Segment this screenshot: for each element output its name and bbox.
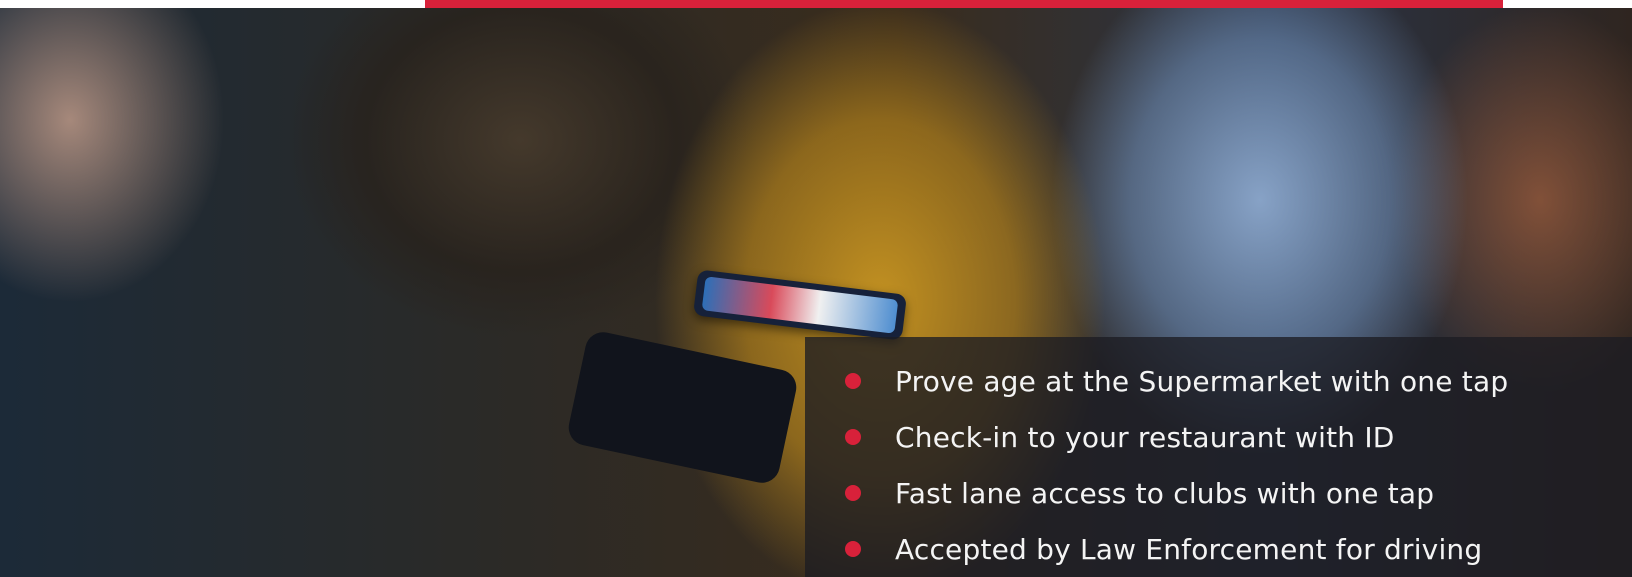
feature-panel: Prove age at the Supermarket with one ta…	[805, 337, 1632, 577]
bullet-dot-icon	[845, 485, 861, 501]
feature-text: Check-in to your restaurant with ID	[895, 420, 1395, 454]
feature-text: Accepted by Law Enforcement for driving	[895, 532, 1483, 566]
feature-item: Accepted by Law Enforcement for driving	[845, 521, 1508, 577]
phone-screen	[701, 276, 899, 334]
hero-banner: Prove age at the Supermarket with one ta…	[0, 0, 1632, 577]
feature-list: Prove age at the Supermarket with one ta…	[845, 353, 1508, 577]
smartphone-illustration	[692, 269, 908, 341]
feature-item: Prove age at the Supermarket with one ta…	[845, 353, 1508, 409]
feature-text: Prove age at the Supermarket with one ta…	[895, 364, 1509, 398]
bullet-dot-icon	[845, 429, 861, 445]
bullet-dot-icon	[845, 373, 861, 389]
feature-item: Check-in to your restaurant with ID	[845, 409, 1508, 465]
top-accent-stripe	[425, 0, 1503, 8]
top-stripe-white	[0, 0, 425, 8]
top-stripe-white-right	[1503, 0, 1632, 8]
feature-item: Fast lane access to clubs with one tap	[845, 465, 1508, 521]
bullet-dot-icon	[845, 541, 861, 557]
payment-terminal-illustration	[565, 328, 800, 487]
feature-text: Fast lane access to clubs with one tap	[895, 476, 1435, 510]
